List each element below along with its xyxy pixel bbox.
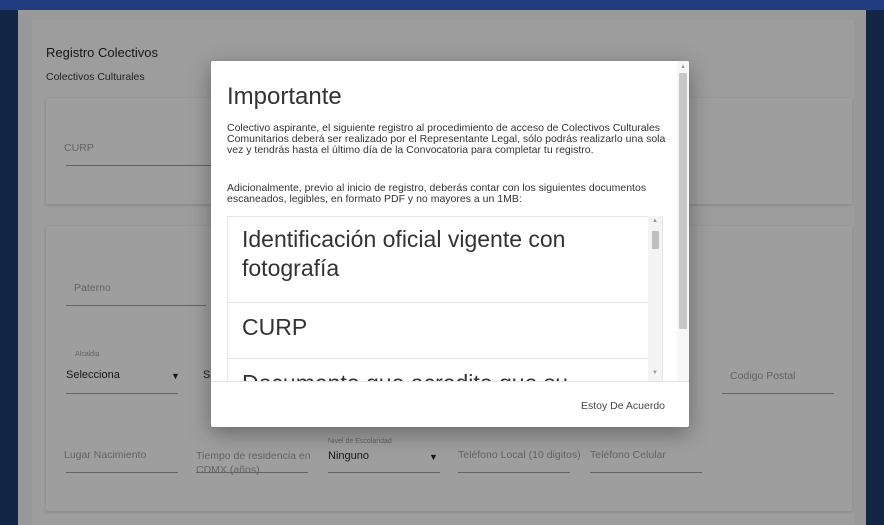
modal-title: Importante (227, 83, 342, 110)
modal-divider (211, 381, 689, 382)
modal-scroll-thumb[interactable] (679, 73, 687, 329)
list-item: Documento que acredite que su (228, 359, 648, 381)
documents-list[interactable]: Identificación oficial vigente con fotog… (227, 216, 663, 382)
scroll-up-icon[interactable]: ▲ (680, 64, 686, 70)
scroll-down-icon[interactable]: ▼ (652, 370, 658, 376)
modal-paragraph-1: Colectivo aspirante, el siguiente regist… (227, 122, 666, 156)
list-item: Identificación oficial vigente con fotog… (228, 217, 648, 303)
scroll-up-icon[interactable]: ▲ (652, 218, 658, 224)
list-item: CURP (228, 303, 648, 359)
importante-modal: Importante Colectivo aspirante, el sigui… (211, 61, 689, 427)
modal-paragraph-2: Adicionalmente, previo al inicio de regi… (227, 182, 647, 205)
documents-scroll-thumb[interactable] (652, 231, 659, 249)
agree-button[interactable]: Estoy De Acuerdo (573, 395, 673, 417)
